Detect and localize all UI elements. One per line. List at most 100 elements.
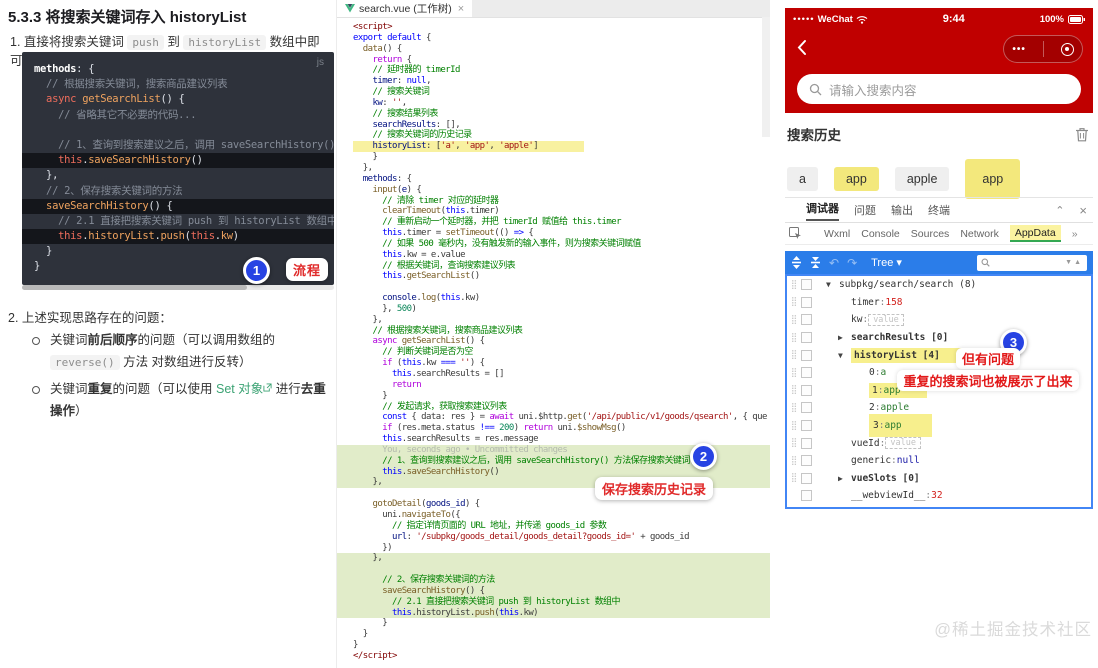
expand-arrow-icon[interactable]: ▼ <box>838 351 851 360</box>
code-line: </script> <box>353 651 770 662</box>
code-line: // 2、保存搜索关键词的方法 <box>34 184 322 199</box>
appdata-search-input[interactable]: ▼▲ <box>977 254 1087 271</box>
text-token: this <box>382 434 402 445</box>
text-token: }, <box>353 314 383 325</box>
text-token: 进行 <box>272 382 301 396</box>
editor-tabbar: search.vue (工作树) × <box>337 0 770 18</box>
text-token: '/subpkg/goods_detail/goods_detail?goods… <box>416 531 636 542</box>
drag-handle-icon[interactable]: ⣿ <box>787 315 801 325</box>
drag-handle-icon[interactable]: ⣿ <box>787 403 801 413</box>
trash-icon[interactable] <box>1075 127 1089 142</box>
text-token: // 1、查询到搜索建议之后，调用 saveSearchHistory() 方 <box>34 138 334 151</box>
tree-checkbox[interactable] <box>801 296 812 308</box>
devtools-tab-终端[interactable]: 终端 <box>928 202 950 218</box>
devtools-tab-wxml[interactable]: Wxml <box>824 228 850 240</box>
editor-code: <script> export default { data() { return… <box>337 18 770 662</box>
tree-checkbox[interactable] <box>801 455 812 467</box>
devtools-tab-network[interactable]: Network <box>960 228 999 240</box>
devtools-tab-调试器[interactable]: 调试器 <box>806 200 839 221</box>
text-token: ) { <box>465 499 480 510</box>
drag-handle-icon[interactable]: ⣿ <box>787 368 801 378</box>
devtools-tab-appdata[interactable]: AppData <box>1009 225 1061 242</box>
inspect-icon[interactable] <box>789 227 802 240</box>
text-token: data <box>362 43 383 54</box>
devtools-tab-问题[interactable]: 问题 <box>854 202 876 218</box>
expand-all-icon[interactable] <box>791 256 802 269</box>
filter-arrows-icon[interactable]: ▼▲ <box>1065 259 1083 266</box>
expand-arrow-icon[interactable]: ▼ <box>826 280 839 289</box>
drag-handle-icon[interactable]: ⣿ <box>787 438 801 448</box>
text-token: 'a' <box>440 141 456 152</box>
doc-link[interactable]: Set 对象 <box>216 382 263 396</box>
text-token: 关键词 <box>50 382 88 396</box>
code-line: saveSearchHistory() { <box>22 198 334 214</box>
text-token: navigateTo <box>401 509 451 520</box>
drag-handle-icon[interactable]: ⣿ <box>787 350 801 360</box>
history-tag[interactable]: apple <box>894 167 950 191</box>
tree-checkbox[interactable] <box>801 314 812 326</box>
expand-arrow-icon[interactable]: ▶ <box>838 474 851 483</box>
bullet-marker <box>32 337 40 345</box>
drag-handle-icon[interactable]: ⣿ <box>787 456 801 466</box>
flow-sticker: 流程 <box>286 258 329 281</box>
capsule-close-icon[interactable] <box>1060 42 1074 56</box>
tree-checkbox[interactable] <box>801 384 812 396</box>
text-token: </script> <box>353 650 397 661</box>
tree-key: timer <box>851 296 880 308</box>
text-token: 的问题（可以使用 <box>112 382 217 396</box>
more-tabs-icon[interactable]: » <box>1072 228 1078 240</box>
editor-tab[interactable]: search.vue (工作树) × <box>337 0 473 17</box>
undo-icon[interactable]: ↶ <box>829 256 839 270</box>
devtools-tab-输出[interactable]: 输出 <box>891 202 913 218</box>
drag-handle-icon[interactable]: ⣿ <box>787 473 801 483</box>
history-tag[interactable]: app <box>833 167 879 191</box>
text-token: }, <box>353 553 383 564</box>
tree-row: ⣿ ▶ vueSlots [0] <box>787 470 1091 488</box>
text-token: ) <box>232 230 239 243</box>
code-block-scrollbar[interactable] <box>22 285 334 290</box>
tree-checkbox[interactable] <box>801 279 812 291</box>
devtools-tab-console[interactable]: Console <box>861 228 900 240</box>
tree-checkbox[interactable] <box>801 490 812 502</box>
tree-value: app <box>884 420 902 432</box>
tab-close-icon[interactable]: × <box>458 3 464 15</box>
close-panel-icon[interactable]: × <box>1079 203 1087 218</box>
drag-handle-icon[interactable]: ⣿ <box>787 297 801 307</box>
tree-checkbox[interactable] <box>801 420 812 432</box>
capsule-more-icon[interactable]: ••• <box>1012 44 1026 55</box>
code-line: historyList: ['a', 'app', 'apple'] <box>353 141 770 153</box>
tree-row: ⣿ generic : null <box>787 452 1091 470</box>
tree-checkbox[interactable] <box>801 472 812 484</box>
tree-checkbox[interactable] <box>801 402 812 414</box>
code-line: kw: '', <box>353 98 770 109</box>
drag-handle-icon[interactable]: ⣿ <box>787 421 801 431</box>
collapse-panel-icon[interactable]: ⌃ <box>1055 204 1064 217</box>
text-token: push <box>474 607 495 618</box>
back-icon[interactable] <box>797 39 807 56</box>
collapse-all-icon[interactable] <box>810 256 821 269</box>
tree-checkbox[interactable] <box>801 349 812 361</box>
devtools-tab-sources[interactable]: Sources <box>911 228 950 240</box>
scrollbar-thumb[interactable] <box>22 285 247 290</box>
tree-mode-select[interactable]: Tree ▾ <box>871 256 902 269</box>
drag-handle-icon[interactable]: ⣿ <box>787 385 801 395</box>
text-token: getSearchList <box>401 336 466 347</box>
redo-icon[interactable]: ↷ <box>847 256 857 270</box>
tree-checkbox[interactable] <box>801 332 812 344</box>
history-tag[interactable]: a <box>787 167 818 191</box>
tree-checkbox[interactable] <box>801 367 812 379</box>
search-input[interactable]: 请输入搜索内容 <box>797 74 1081 104</box>
drag-handle-icon[interactable]: ⣿ <box>787 280 801 290</box>
editor-scrollbar[interactable] <box>762 17 770 137</box>
editor-panel: search.vue (工作树) × <script> export defaul… <box>336 0 770 668</box>
tree-checkbox[interactable] <box>801 437 812 449</box>
expand-arrow-icon[interactable]: ▶ <box>838 333 851 342</box>
drag-handle-icon[interactable]: ⣿ <box>787 333 801 343</box>
code-line: // 2.1 直接把搜索关键词 push 到 historyList 数组中 <box>337 596 770 608</box>
history-tag[interactable]: app <box>965 159 1021 199</box>
